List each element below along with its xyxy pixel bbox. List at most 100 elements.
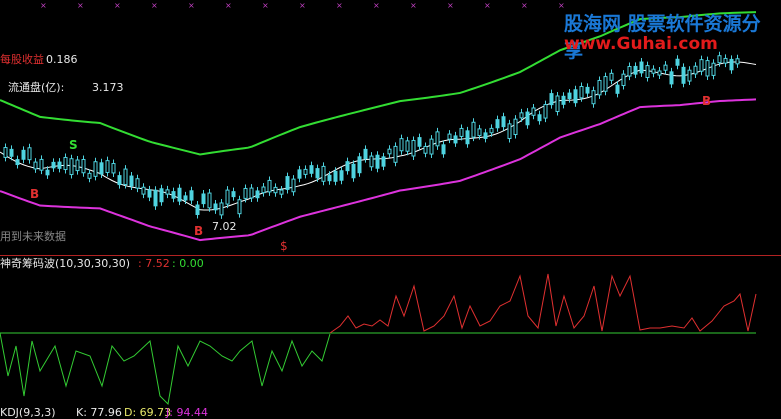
kdj-name: KDJ(9,3,3)	[0, 406, 56, 419]
candle-body	[351, 163, 356, 179]
top-marker-dot: ×	[410, 1, 417, 10]
kdj-d-value: D: 69.73	[124, 406, 172, 419]
candle-body	[243, 187, 248, 199]
candle-body	[315, 168, 320, 179]
future-data-note: 用到未来数据	[0, 230, 66, 243]
candle-body	[471, 121, 476, 138]
candle-body	[501, 116, 506, 128]
oscillator-positive-line	[329, 273, 757, 334]
buy-marker-3: B	[702, 94, 712, 108]
candle-body	[555, 95, 560, 113]
candle-body	[213, 203, 218, 211]
eps-value: 0.186	[46, 53, 78, 66]
candle-body	[387, 148, 392, 155]
candle-body	[135, 178, 140, 189]
candle-body	[147, 189, 152, 198]
buy-marker-1: B	[30, 187, 40, 201]
candle-body	[693, 65, 698, 75]
top-marker-dot: ×	[114, 1, 121, 10]
candle-body	[153, 189, 158, 207]
candle-body	[279, 189, 284, 195]
candle-body	[543, 104, 548, 119]
candle-body	[63, 156, 68, 171]
candle-body	[129, 175, 134, 187]
candle-body	[327, 174, 332, 182]
candle-body	[381, 156, 386, 167]
top-marker-dot: ×	[262, 1, 269, 10]
candle-body	[141, 186, 146, 195]
top-marker-dot: ×	[225, 1, 232, 10]
candle-body	[657, 70, 662, 76]
candle-body	[615, 84, 620, 94]
candle-body	[309, 165, 314, 174]
candle-body	[579, 85, 584, 99]
dollar-marker: $	[280, 239, 288, 253]
kdj-k-value: K: 77.96	[76, 406, 122, 419]
candle-body	[447, 133, 452, 140]
candle-body	[267, 179, 272, 193]
candle-body	[417, 137, 422, 147]
candle-body	[531, 107, 536, 116]
candle-body	[183, 195, 188, 201]
candle-body	[27, 147, 32, 161]
float-value: 3.173	[92, 81, 124, 94]
candle-body	[393, 145, 398, 163]
candle-body	[21, 149, 26, 160]
candle-body	[591, 90, 596, 105]
watermark-line2: www.Guhai.com	[564, 34, 718, 54]
candle-body	[297, 169, 302, 179]
top-marker-dot: ×	[151, 1, 158, 10]
candle-body	[669, 71, 674, 85]
candle-body	[177, 187, 182, 202]
candle-body	[171, 191, 176, 199]
candle-body	[525, 111, 530, 126]
candle-body	[99, 162, 104, 175]
candle-body	[189, 190, 194, 201]
price-marker: 7.02	[212, 220, 237, 233]
candle-body	[363, 148, 368, 160]
candle-body	[519, 112, 524, 119]
top-marker-dot: ×	[521, 1, 528, 10]
oscillator-chart[interactable]	[0, 256, 781, 416]
candle-body	[123, 168, 128, 186]
candle-body	[603, 76, 608, 92]
candle-body	[285, 176, 290, 190]
candle-body	[165, 189, 170, 195]
candle-body	[627, 66, 632, 77]
oscillator-negative-line	[0, 332, 331, 406]
candle-body	[507, 123, 512, 139]
candle-body	[609, 72, 614, 81]
top-marker-dot: ×	[299, 1, 306, 10]
candle-body	[357, 156, 362, 174]
candle-body	[93, 161, 98, 177]
candle-body	[249, 187, 254, 199]
candle-body	[423, 145, 428, 154]
candle-body	[459, 127, 464, 137]
candle-body	[465, 130, 470, 145]
candle-body	[483, 132, 488, 139]
candle-body	[573, 89, 578, 104]
candle-body	[681, 66, 686, 84]
candle-body	[339, 170, 344, 181]
candle-body	[585, 86, 590, 94]
candle-body	[39, 158, 44, 171]
candle-body	[231, 191, 236, 198]
candle-body	[441, 144, 446, 155]
candle-body	[57, 161, 62, 169]
candle-body	[561, 95, 566, 105]
candle-body	[9, 148, 14, 157]
candle-body	[435, 131, 440, 147]
candle-body	[651, 68, 656, 74]
candle-body	[87, 172, 92, 179]
indicator-name: 神奇筹码波(10,30,30,30)	[0, 257, 131, 270]
candle-body	[75, 159, 80, 172]
candle-body	[195, 204, 200, 215]
candle-body	[3, 147, 8, 158]
candle-body	[645, 65, 650, 79]
candle-body	[111, 163, 116, 174]
kdj-j-value: J: 94.44	[166, 406, 208, 419]
buy-marker-2: B	[194, 224, 204, 238]
float-label: 流通盘(亿):	[8, 81, 65, 94]
candle-body	[303, 168, 308, 175]
candle-body	[495, 119, 500, 129]
